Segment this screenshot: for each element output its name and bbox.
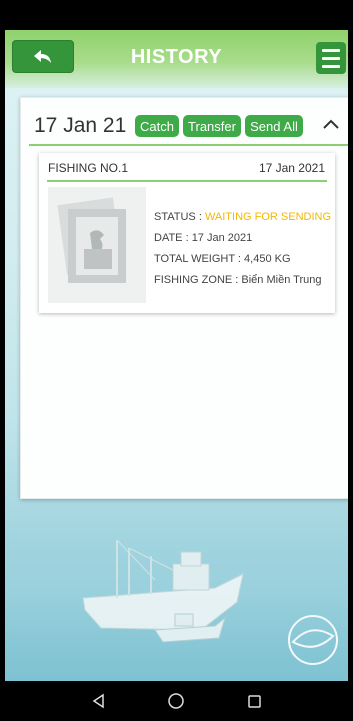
group-divider [29, 144, 348, 146]
page-title: HISTORY [130, 46, 223, 68]
record-date: 17 Jan 2021 [258, 161, 325, 175]
record-title: FISHING NO.1 [48, 161, 129, 175]
group-date: 17 Jan 21 [34, 114, 127, 137]
system-nav-bar [0, 681, 353, 721]
hamburger-menu-icon [322, 48, 340, 52]
nav-home-button[interactable] [166, 691, 186, 711]
transfer-button[interactable]: Transfer [183, 115, 241, 137]
background-scenery [5, 470, 348, 681]
status-value: WAITING FOR SENDING [204, 211, 332, 223]
brand-logo [288, 615, 338, 665]
triangle-back-icon [92, 693, 104, 709]
record-divider [47, 180, 327, 182]
nav-recents-button[interactable] [244, 691, 264, 711]
record-status: STATUS : WAITING FOR SENDING [154, 211, 332, 223]
app-screen: HISTORY 17 Jan 21 Catch Transfer Send Al… [5, 30, 348, 681]
app-header: HISTORY [5, 30, 348, 88]
fishing-record-card[interactable]: FISHING NO.1 17 Jan 2021 STATUS : WAITIN… [39, 153, 335, 313]
record-thumbnail [48, 187, 146, 303]
image-placeholder-icon [57, 197, 126, 283]
circle-home-icon [168, 693, 185, 709]
record-info: STATUS : WAITING FOR SENDING DATE : 17 J… [154, 210, 331, 294]
send-all-button[interactable]: Send All [245, 115, 303, 137]
menu-button[interactable] [316, 42, 346, 74]
catch-button[interactable]: Catch [135, 115, 179, 137]
chevron-up-icon[interactable] [319, 113, 343, 137]
record-date-line: DATE : 17 Jan 2021 [154, 232, 253, 244]
square-recents-icon [248, 695, 261, 708]
record-total-weight: TOTAL WEIGHT : 4,450 KG [154, 253, 291, 265]
history-group-panel: 17 Jan 21 Catch Transfer Send All FISHIN… [20, 97, 348, 499]
group-header: 17 Jan 21 Catch Transfer Send All [21, 98, 348, 146]
fishing-boat-illustration [82, 539, 338, 665]
record-fishing-zone: FISHING ZONE : Biển Miền Trung [154, 274, 322, 286]
nav-back-button[interactable] [89, 691, 109, 711]
status-bar [0, 0, 353, 30]
